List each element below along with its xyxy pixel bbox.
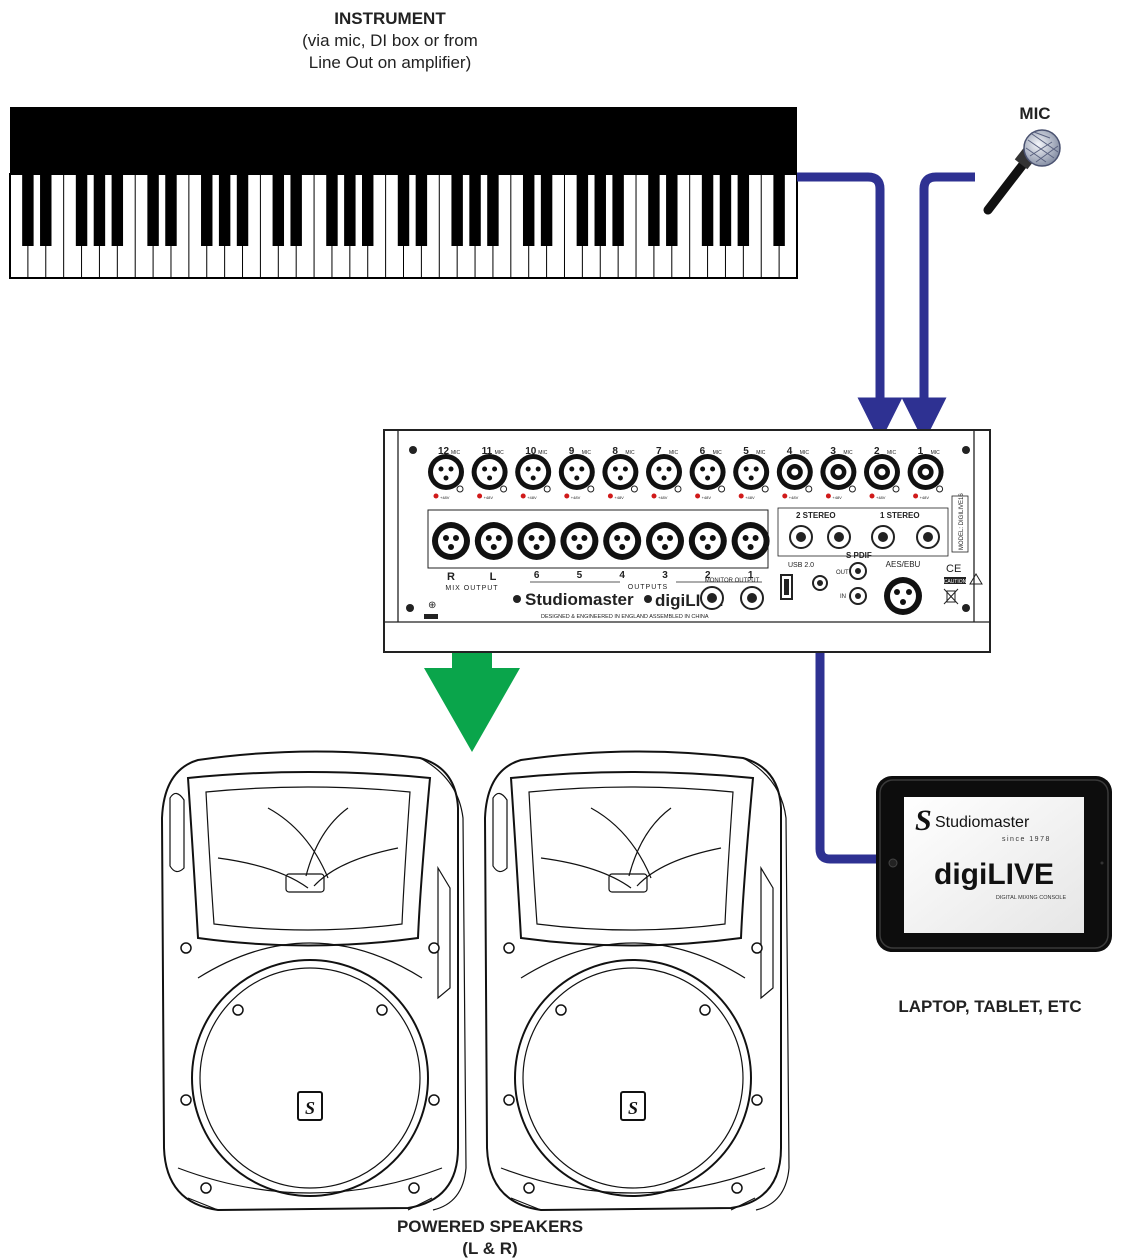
phantom-label: +48V [789,495,799,500]
output-number: 4 [619,570,625,581]
mic-input-suffix: MIC [887,450,897,456]
connection-diagram: 12 MIC+48V11 MIC+48V10 MIC+48V9 MIC+48V8 MIC+… [9,107,1112,1212]
xlr-output-connector [731,522,770,560]
tablet-icon: S Studiomaster since 1978 digiLIVE DIGIT… [876,776,1112,952]
phantom-label: +48V [527,495,537,500]
phantom-label: +48V [571,495,581,500]
svg-text:S: S [915,804,932,837]
spdif-in-label: IN [840,594,846,600]
mic-input-suffix: MIC [669,450,679,456]
xlr-output-connector [474,522,513,560]
mic-input-suffix: MIC [495,450,505,456]
speaker-left-icon: S [160,750,467,1212]
mixer-rear-panel: 12 MIC+48V11 MIC+48V10 MIC+48V9 MIC+48V8 MIC+… [383,429,991,653]
mixer-brand: Studiomaster [525,590,634,609]
designed-label: DESIGNED & ENGINEERED IN ENGLAND ASSEMBL… [541,614,709,620]
phantom-label: +48V [658,495,668,500]
svg-text:S: S [628,1098,638,1118]
phantom-label: +48V [484,495,494,500]
speaker-right-icon: S [483,750,790,1212]
ce-mark: CE [946,563,961,575]
outputs-label: OUTPUTS [628,584,668,591]
mix-l-label: L [490,571,497,583]
mix-output-label: MIX OUTPUT [445,585,498,592]
output-number: 3 [662,570,668,581]
mic-cable [901,172,975,443]
xlr-output-connector [688,522,727,560]
output-number: 6 [534,570,540,581]
instrument-cable [797,172,903,443]
xlr-output-connector [646,522,684,560]
xlr-output-connector [603,522,642,560]
spdif-label: S PDIF [846,551,872,560]
tablet-product: digiLIVE [934,858,1054,891]
phantom-label: +48V [614,495,624,500]
aes-xlr-connector [884,577,922,615]
xlr-output-connector [560,522,599,560]
mic-input-suffix: MIC [800,450,810,456]
aes-label: AES/EBU [886,560,921,569]
mic-input-suffix: MIC [582,450,592,456]
stereo1-label: 1 STEREO [880,511,920,520]
phantom-label: +48V [702,495,712,500]
mic-input-suffix: MIC [931,450,941,456]
mic-input-suffix: MIC [625,450,635,456]
mic-input-suffix: MIC [843,450,853,456]
tablet-since: since 1978 [1002,836,1051,843]
model-label: MODEL: DIGILIVE16 [959,493,965,550]
ground-icon: ⊕ [428,600,436,611]
mic-input-suffix: MIC [756,450,766,456]
phantom-label: +48V [440,495,450,500]
tablet-brand: Studiomaster [935,814,1030,831]
mic-input-suffix: MIC [538,450,548,456]
svg-text:S: S [305,1098,315,1118]
mic-input-suffix: MIC [713,450,723,456]
monitor-label: MONITOR OUTPUT [705,578,760,584]
spdif-out-label: OUT [836,570,849,576]
xlr-output-connector [432,522,470,560]
phantom-label: +48V [920,495,930,500]
caution-label: CAUTION [944,579,967,585]
keyboard-icon [9,107,798,279]
mic-input-suffix: MIC [451,450,461,456]
mix-r-label: R [447,571,455,583]
xlr-output-connector [517,522,556,560]
tablet-tagline: DIGITAL MIXING CONSOLE [996,895,1067,901]
phantom-label: +48V [745,495,755,500]
usb-label: USB 2.0 [788,562,814,569]
phantom-label: +48V [832,495,842,500]
output-number: 5 [577,570,583,581]
microphone-icon [983,129,1061,215]
phantom-label: +48V [876,495,886,500]
stereo2-label: 2 STEREO [796,511,836,520]
